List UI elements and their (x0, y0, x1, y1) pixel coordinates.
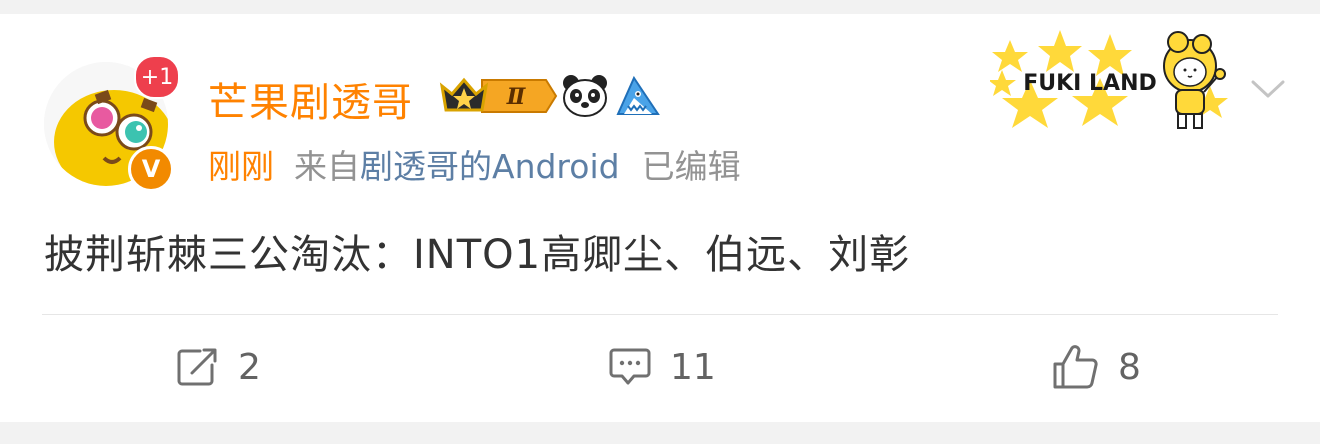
follow-count-badge: +1 (134, 55, 180, 99)
comment-count: 11 (670, 346, 716, 388)
repost-button[interactable]: 2 (176, 344, 261, 390)
divider (42, 314, 1278, 315)
like-button[interactable]: 8 (1052, 344, 1141, 390)
thumbs-up-icon (1053, 345, 1098, 389)
edited-label[interactable]: 已编辑 (642, 147, 741, 186)
fuki-land-sticker: FUKI LAND (988, 20, 1240, 136)
source-prefix: 来自 (294, 147, 360, 186)
post-meta: 刚刚 来自剧透哥的Android 已编辑 (208, 140, 741, 188)
author-name[interactable]: 芒果剧透哥 (208, 70, 413, 128)
post-content[interactable]: 披荆斩棘三公淘汰：INTO1高卿尘、伯远、刘彰 (44, 222, 910, 280)
verified-badge-icon: V (128, 146, 174, 192)
shark-icon[interactable] (614, 74, 662, 122)
comment-button[interactable]: 11 (608, 344, 716, 390)
sticker-text: FUKI LAND (1023, 71, 1157, 96)
like-count: 8 (1118, 346, 1141, 388)
membership-crown-icon[interactable]: Ⅱ (438, 72, 558, 122)
more-options-chevron-down-icon[interactable] (1250, 78, 1286, 104)
panda-icon[interactable] (562, 74, 608, 122)
comment-icon (609, 348, 651, 385)
repost-icon (177, 348, 217, 386)
repost-count: 2 (238, 346, 261, 388)
post-time: 刚刚 (208, 147, 274, 186)
source-device-link[interactable]: 剧透哥的Android (360, 147, 620, 186)
level-badge-text: Ⅱ (506, 84, 527, 110)
